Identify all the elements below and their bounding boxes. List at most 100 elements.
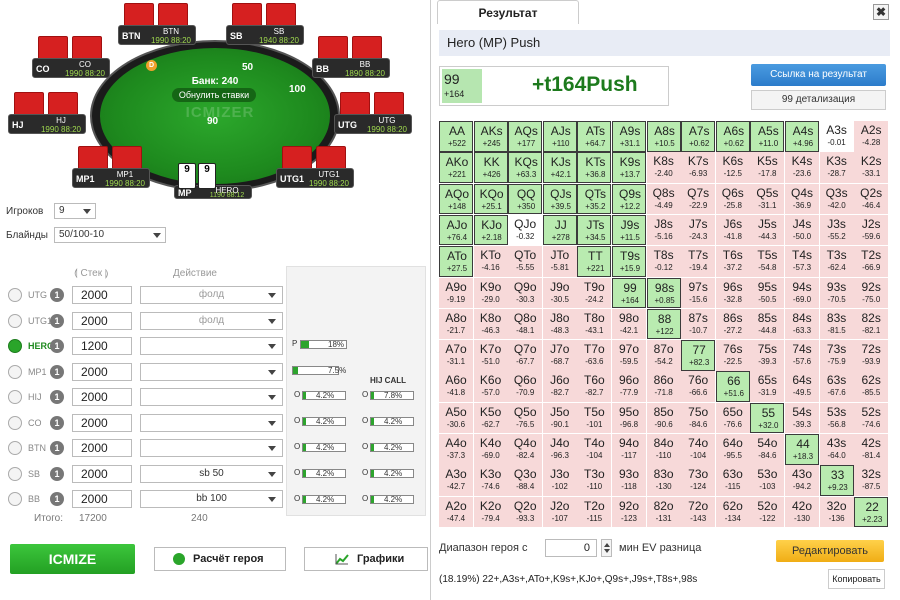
player-stack-input[interactable]: 2000 (72, 490, 132, 508)
hand-cell[interactable]: 92s -75.0 (854, 277, 889, 308)
hand-cell[interactable]: T2s -66.9 (854, 246, 889, 277)
hand-cell[interactable]: 84o -110 (646, 434, 681, 465)
min-ev-spinner[interactable] (601, 539, 612, 557)
hand-cell[interactable]: J3o -102 (542, 465, 577, 496)
hand-cell[interactable]: 73s -75.9 (819, 340, 854, 371)
mini-range-bar[interactable]: O 4.2% (362, 494, 414, 505)
result-link-button[interactable]: Ссылка на результат (751, 64, 886, 86)
hero-range-bar[interactable]: 7.5% (292, 365, 348, 376)
reset-bets-button[interactable]: Обнулить ставки (172, 88, 256, 102)
hand-cell[interactable]: 74s -57.6 (785, 340, 819, 371)
player-radio[interactable] (8, 313, 22, 328)
hand-cell[interactable]: K2o -79.4 (473, 496, 508, 528)
seat-mp1[interactable]: MP1 MP1 1990 88:20 (72, 146, 150, 188)
hand-cell[interactable]: A7s +0.62 (681, 121, 716, 152)
hand-cell[interactable]: 95o -96.8 (612, 402, 646, 434)
hero-calc-button[interactable]: Расчёт героя (154, 547, 286, 571)
hand-cell[interactable]: 22 +2.23 (854, 496, 889, 528)
hand-cell[interactable]: Q2s -46.4 (854, 183, 889, 215)
hand-cell[interactable]: 53o -103 (750, 465, 785, 496)
player-stack-input[interactable]: 1200 (72, 337, 132, 355)
hand-cell[interactable]: A8s +10.5 (646, 121, 681, 152)
hand-cell[interactable]: 82s -82.1 (854, 308, 889, 340)
hand-cell[interactable]: J9o -30.5 (542, 277, 577, 308)
mini-range-bar[interactable]: O 7.8% (362, 390, 414, 401)
hand-cell[interactable]: A5s +11.0 (750, 121, 785, 152)
hand-cell[interactable]: Q6s -25.8 (715, 183, 750, 215)
hand-cell[interactable]: AQo +148 (439, 183, 473, 215)
hand-cell[interactable]: KJo +2.18 (473, 214, 508, 246)
seat-hj[interactable]: HJ HJ 1990 88:20 (8, 92, 86, 134)
player-stack-input[interactable]: 2000 (72, 464, 132, 483)
mini-range-bar[interactable]: O 4.2% (294, 468, 346, 479)
hand-cell[interactable]: A2o -47.4 (439, 496, 473, 528)
player-action-select[interactable]: bb 100 (140, 490, 283, 508)
hand-cell[interactable]: 76s -22.5 (715, 340, 750, 371)
hand-cell[interactable]: JJ +278 (542, 214, 577, 246)
seat-utg[interactable]: UTG UTG 1990 88:20 (334, 92, 412, 134)
player-radio[interactable] (8, 441, 22, 455)
hand-cell[interactable]: J4s -50.0 (785, 214, 819, 246)
hand-cell[interactable]: 97s -15.6 (681, 277, 716, 308)
hand-cell[interactable]: 94s -69.0 (785, 277, 819, 308)
player-action-select[interactable] (140, 413, 283, 432)
hand-cell[interactable]: 75o -84.6 (681, 402, 716, 434)
hand-cell[interactable]: K6o -57.0 (473, 371, 508, 402)
hand-cell[interactable]: 32o -136 (819, 496, 854, 528)
hand-cell[interactable]: A7o -31.1 (439, 340, 473, 371)
hand-cell[interactable]: 66 +51.6 (715, 371, 750, 402)
player-stack-input[interactable]: 2000 (72, 286, 132, 304)
hand-cell[interactable]: J6o -82.7 (542, 371, 577, 402)
hand-cell[interactable]: J5o -90.1 (542, 402, 577, 434)
hand-cell[interactable]: 64s -49.5 (785, 371, 819, 402)
charts-button[interactable]: Графики (304, 547, 428, 571)
player-action-select[interactable]: sb 50 (140, 464, 283, 483)
hand-cell[interactable]: AKo +221 (439, 152, 473, 183)
hand-cell[interactable]: A3o -42.7 (439, 465, 473, 496)
hand-cell[interactable]: 85s -44.8 (750, 308, 785, 340)
seat-btn[interactable]: BTN BTN 1990 88:20 (118, 3, 196, 45)
hand-cell[interactable]: 65o -76.6 (715, 402, 750, 434)
hand-cell[interactable]: QTs +35.2 (577, 183, 612, 215)
hand-cell[interactable]: Q9o -30.3 (508, 277, 543, 308)
hand-cell[interactable]: 93o -118 (612, 465, 646, 496)
player-stack-input[interactable]: 2000 (72, 362, 132, 381)
hand-cell[interactable]: K7o -51.0 (473, 340, 508, 371)
hand-cell[interactable]: T6s -37.2 (715, 246, 750, 277)
hand-cell[interactable]: 82o -131 (646, 496, 681, 528)
hand-cell[interactable]: 96s -32.8 (715, 277, 750, 308)
hand-detail-button[interactable]: 99 детализация (751, 90, 886, 110)
hand-cell[interactable]: Q4s -36.9 (785, 183, 819, 215)
hand-cell[interactable]: 88 +122 (646, 308, 681, 340)
hand-cell[interactable]: AQs +177 (508, 121, 543, 152)
hand-cell[interactable]: AA +522 (439, 121, 473, 152)
hand-cell[interactable]: A9s +31.1 (612, 121, 646, 152)
hand-cell[interactable]: 87o -54.2 (646, 340, 681, 371)
hand-cell[interactable]: T3o -110 (577, 465, 612, 496)
hand-cell[interactable]: Q9s +12.2 (612, 183, 646, 215)
hand-cell[interactable]: K3s -28.7 (819, 152, 854, 183)
hand-cell[interactable]: J8s -5.16 (646, 214, 681, 246)
player-radio[interactable] (8, 288, 22, 302)
hand-cell[interactable]: 98o -42.1 (612, 308, 646, 340)
hand-cell[interactable]: K8s -2.40 (646, 152, 681, 183)
hand-cell[interactable]: J7o -68.7 (542, 340, 577, 371)
hand-cell[interactable]: J2s -59.6 (854, 214, 889, 246)
player-action-select[interactable] (140, 362, 283, 381)
hand-cell[interactable]: Q8o -48.1 (508, 308, 543, 340)
hand-cell[interactable]: 86s -27.2 (715, 308, 750, 340)
hand-cell[interactable]: 72s -93.9 (854, 340, 889, 371)
hand-cell[interactable]: 43o -94.2 (785, 465, 819, 496)
hand-cell[interactable]: K5o -62.7 (473, 402, 508, 434)
hand-cell[interactable]: A4s +4.96 (785, 121, 819, 152)
hand-cell[interactable]: QQ +350 (508, 183, 543, 215)
hand-cell[interactable]: T8o -43.1 (577, 308, 612, 340)
player-radio[interactable] (8, 492, 22, 506)
edit-button[interactable]: Редактировать (776, 540, 884, 562)
hand-cell[interactable]: K5s -17.8 (750, 152, 785, 183)
hand-cell[interactable]: 83o -130 (646, 465, 681, 496)
hand-cell[interactable]: T8s -0.12 (646, 246, 681, 277)
hand-cell[interactable]: 85o -90.6 (646, 402, 681, 434)
player-action-select[interactable]: фолд (140, 286, 283, 304)
hand-cell[interactable]: Q3s -42.0 (819, 183, 854, 215)
